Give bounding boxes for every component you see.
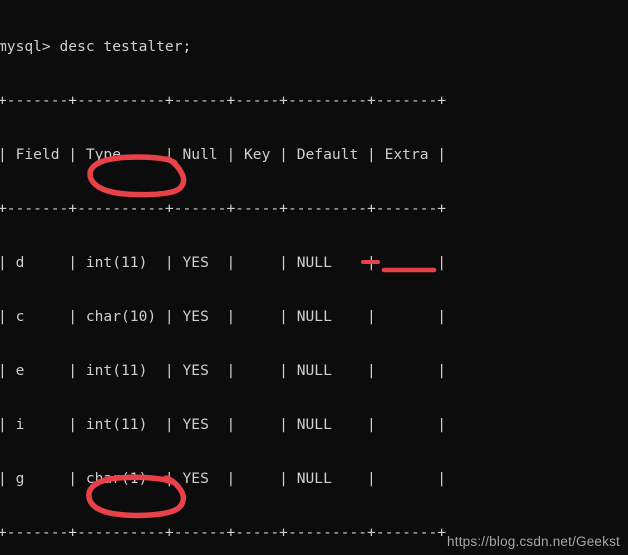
terminal-line: +-------+----------+------+-----+-------… xyxy=(0,200,447,217)
terminal-screen: mysql> desc testalter; +-------+--------… xyxy=(0,0,628,555)
terminal-line: +-------+----------+------+-----+-------… xyxy=(0,92,447,109)
terminal-output: mysql> desc testalter; +-------+--------… xyxy=(0,2,628,555)
terminal-line: | c | char(10) | YES | | NULL | | xyxy=(0,308,447,325)
terminal-line: | g | char(1) | YES | | NULL | | xyxy=(0,470,447,487)
watermark-text: https://blog.csdn.net/Geekst xyxy=(447,534,620,549)
terminal-line: | Field | Type | Null | Key | Default | … xyxy=(0,146,447,163)
terminal-line: | d | int(11) | YES | | NULL | | xyxy=(0,254,447,271)
terminal-line: | i | int(11) | YES | | NULL | | xyxy=(0,416,447,433)
terminal-line: mysql> desc testalter; xyxy=(0,38,192,55)
terminal-line: | e | int(11) | YES | | NULL | | xyxy=(0,362,447,379)
